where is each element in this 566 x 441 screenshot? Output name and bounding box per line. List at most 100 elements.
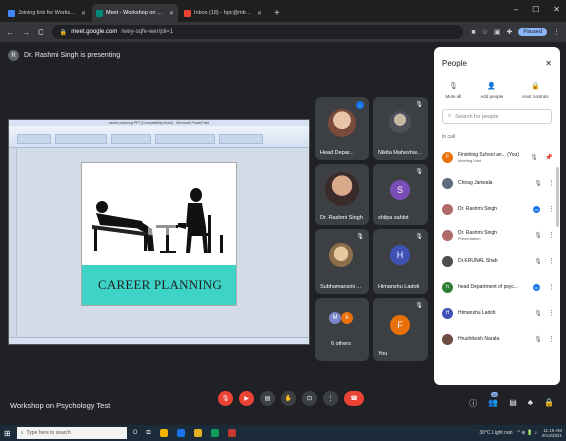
- participant-tile[interactable]: 🎙 Nikita Maheshw...: [373, 97, 428, 160]
- present-button[interactable]: ⊡: [302, 391, 317, 406]
- participant-photo: [325, 172, 359, 206]
- raise-hand-button[interactable]: ✋: [281, 391, 296, 406]
- participant-role: Meeting host: [458, 157, 481, 163]
- participant-row[interactable]: Chirag Jariwala 🎙 ⋮: [434, 170, 560, 196]
- host-controls-button[interactable]: 🔒 Host controls: [522, 82, 548, 99]
- maximize-icon[interactable]: ☐: [532, 5, 539, 14]
- url-field[interactable]: 🔒 meet.google.com/wey-sqfe-wer/pli=1: [51, 25, 464, 39]
- presenting-text: Dr. Rashmi Singh is presenting: [24, 52, 121, 59]
- url-host: meet.google.com: [71, 29, 118, 35]
- captions-button[interactable]: ▤: [260, 391, 275, 406]
- camera-off-button[interactable]: ▶: [239, 391, 254, 406]
- cortana-icon[interactable]: O: [133, 430, 138, 436]
- menu-icon[interactable]: ⋮: [553, 28, 560, 36]
- panel-scrollbar[interactable]: [556, 167, 559, 227]
- windows-start-icon[interactable]: ⊞: [4, 429, 11, 438]
- people-icon[interactable]: 👥 14: [488, 392, 498, 409]
- participant-tile[interactable]: 🎙 Subhamansini ...: [315, 229, 369, 294]
- more-options-icon[interactable]: ⋮: [548, 231, 555, 239]
- camera-indicator-icon[interactable]: ■: [471, 29, 475, 36]
- close-panel-icon[interactable]: ✕: [545, 59, 552, 68]
- participant-row[interactable]: Dr.KRUNAL Shah 🎙 ⋮: [434, 248, 560, 274]
- search-placeholder: Search for people: [455, 113, 499, 120]
- others-tile[interactable]: M k 6 others: [315, 298, 369, 361]
- participant-row[interactable]: F Finishing School an... (You) Meeting h…: [434, 144, 560, 170]
- presenter-banner: R Dr. Rashmi Singh is presenting: [8, 50, 120, 61]
- mic-off-icon: 🎙: [415, 169, 423, 175]
- mic-off-button[interactable]: 🎙: [218, 391, 233, 406]
- self-tile[interactable]: F 🎙 You: [373, 298, 428, 361]
- mic-off-icon: 🎙: [530, 154, 538, 161]
- mic-off-icon: 🎙: [415, 234, 423, 240]
- participant-avatar: [442, 229, 453, 241]
- participant-name: Subhamansini ...: [320, 284, 361, 290]
- tray-icons[interactable]: ^ ⊕ 🔋 ♪: [518, 430, 537, 436]
- clock[interactable]: 11:16 AM 9/14/2021: [542, 428, 562, 438]
- activities-icon[interactable]: ♣: [528, 398, 533, 409]
- participant-photo: [329, 243, 353, 267]
- participant-tile[interactable]: • Head Depar...: [315, 97, 369, 160]
- edge-taskbar-icon[interactable]: [176, 429, 185, 437]
- people-panel-title: People: [442, 59, 467, 68]
- task-view-icon[interactable]: ⧉: [146, 430, 150, 437]
- participant-tile[interactable]: S 🎙 shilpa sahlot: [373, 164, 428, 225]
- forward-icon[interactable]: →: [22, 28, 30, 37]
- reload-icon[interactable]: C: [38, 28, 44, 37]
- others-avatar: M: [329, 312, 341, 324]
- tab-close-icon[interactable]: ✕: [81, 10, 86, 17]
- info-icon[interactable]: ⓘ: [469, 398, 477, 409]
- powerpoint-icon[interactable]: [227, 429, 236, 437]
- tab-title: Inbox (18) - hpc@mbsa.ac.in - N: [194, 10, 254, 16]
- puzzle-icon[interactable]: ✚: [506, 28, 512, 36]
- ribbon-group: [17, 134, 51, 144]
- chat-icon[interactable]: ▤: [509, 398, 517, 409]
- participant-name: Head Depar...: [320, 150, 354, 156]
- more-options-icon[interactable]: ⋮: [548, 309, 555, 317]
- participant-row[interactable]: Dr. Rashmi Singh ••• ⋮: [434, 196, 560, 222]
- browser-tab-active[interactable]: Meet - Workshop on Psych ✕: [92, 4, 178, 22]
- more-options-icon[interactable]: ⋮: [548, 283, 555, 291]
- mute-all-button[interactable]: 🎙 Mute all: [446, 82, 462, 99]
- chrome-taskbar-icon[interactable]: [159, 429, 168, 437]
- window-close-icon[interactable]: ✕: [553, 5, 560, 14]
- browser-tab[interactable]: Joining link for Workshop from ✕: [4, 4, 90, 22]
- speaking-indicator-icon: •••: [533, 205, 540, 213]
- star-icon[interactable]: ☆: [482, 28, 488, 36]
- weather-text[interactable]: 30°C Light rain: [479, 430, 512, 436]
- taskbar-apps: O ⧉: [133, 429, 236, 437]
- more-options-icon[interactable]: ⋮: [548, 205, 555, 213]
- participant-row[interactable]: h head Department of psyc... ••• ⋮: [434, 274, 560, 300]
- more-options-icon[interactable]: ⋮: [548, 257, 555, 265]
- more-options-button[interactable]: ⋮: [323, 391, 338, 406]
- store-icon[interactable]: [210, 429, 219, 437]
- tab-close-icon[interactable]: ✕: [169, 10, 174, 17]
- more-options-icon[interactable]: ⋮: [548, 335, 555, 343]
- browser-tab[interactable]: Inbox (18) - hpc@mbsa.ac.in - N ✕: [180, 4, 266, 22]
- minimize-icon[interactable]: –: [514, 5, 518, 14]
- participant-row-name: Hrushikesh Narala: [458, 336, 500, 342]
- participant-row[interactable]: Hrushikesh Narala 🎙 ⋮: [434, 326, 560, 352]
- counseling-silhouette-illustration: [92, 188, 223, 253]
- pin-icon[interactable]: 📌: [544, 154, 554, 161]
- taskbar-search[interactable]: ⌕ Type here to search: [16, 427, 127, 439]
- people-search-input[interactable]: ⌕ Search for people: [442, 109, 552, 124]
- participant-row[interactable]: Dr. Rashmi Singh Presentation 🎙 ⋮: [434, 222, 560, 248]
- mic-off-icon: 🎙: [534, 258, 542, 265]
- participant-row[interactable]: H Himanshu Ladoti 🎙 ⋮: [434, 300, 560, 326]
- extension-icon[interactable]: ▣: [494, 28, 501, 36]
- tab-close-icon[interactable]: ✕: [257, 10, 262, 17]
- back-icon[interactable]: ←: [6, 28, 14, 37]
- participant-tile[interactable]: H 🎙 Himanshu Ladoti: [373, 229, 428, 294]
- end-call-button[interactable]: ☎: [344, 391, 364, 406]
- self-avatar: F: [390, 315, 410, 335]
- new-tab-icon[interactable]: +: [274, 8, 280, 19]
- file-explorer-icon[interactable]: [193, 429, 202, 437]
- host-controls-icon[interactable]: 🔒: [544, 398, 554, 409]
- add-people-button[interactable]: 👤 Add people: [480, 82, 503, 99]
- side-controls: ⓘ 👥 14 ▤ ♣ 🔒: [469, 392, 554, 409]
- profile-paused-button[interactable]: Paused: [518, 28, 547, 36]
- meet-favicon-icon: [96, 9, 103, 17]
- more-options-icon[interactable]: ⋮: [548, 179, 555, 187]
- participant-tile[interactable]: Dr. Rashmi Singh: [315, 164, 369, 225]
- people-count-badge: 14: [491, 392, 498, 397]
